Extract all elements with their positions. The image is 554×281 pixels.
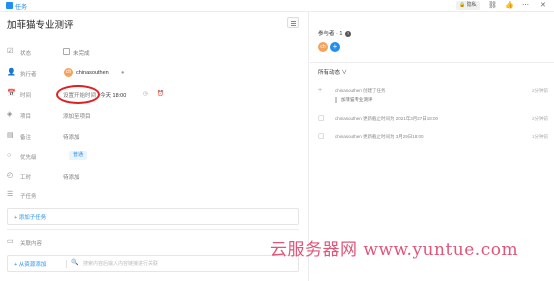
user-icon: 👤 xyxy=(7,69,16,76)
resource-bar: + 从资源添加 🔍 搜索内容后输入内容链接进行关联 xyxy=(7,255,299,272)
activity-time: 1分钟前 xyxy=(531,134,548,139)
hours-label: 工时 xyxy=(20,174,32,181)
timer-icon: ◴ xyxy=(7,172,14,179)
participants-label: 参与者 · 1 xyxy=(318,31,343,37)
status-label: 状态 xyxy=(20,50,32,57)
time-label: 时间 xyxy=(20,92,32,99)
priority-tag[interactable]: 普通 xyxy=(69,151,88,160)
participant-avatar[interactable]: ch xyxy=(318,42,328,52)
calendar-icon: 📅 xyxy=(7,90,16,97)
help-icon[interactable]: ? xyxy=(344,31,351,37)
thumbs-up-icon[interactable]: 👍 xyxy=(505,0,514,11)
chat-icon: ▭ xyxy=(7,238,14,245)
note-row: ▤ 备注 待添加 xyxy=(7,131,297,143)
project-row: ◈ 项目 添加至项目 xyxy=(7,110,297,122)
calendar-icon: ▢ xyxy=(318,115,325,122)
link-icon[interactable]: ⛓ xyxy=(488,0,497,11)
add-to-project[interactable]: 添加至项目 xyxy=(63,112,91,120)
note-value[interactable]: 待添加 xyxy=(63,133,80,141)
assignee-row: 👤 执行者 ch chinasouthen ● xyxy=(7,68,297,80)
divider xyxy=(310,62,554,63)
add-from-resource-button[interactable]: + 从资源添加 xyxy=(14,260,46,268)
lines-icon-line xyxy=(291,25,296,26)
note-icon: ▤ xyxy=(7,132,14,139)
note-label: 备注 xyxy=(20,134,32,141)
related-row: ▭ 关联内容 xyxy=(7,237,297,249)
participants-header: 参与者 · 1 ? xyxy=(318,29,351,37)
privacy-label: 隐私 xyxy=(466,2,477,8)
activity-item: ▢ chinasouthen 更新截止时间为 3月29日18:00 1分钟前 xyxy=(318,133,550,145)
activity-text: chinasouthen 更新截止时间为 2021年3月27日18:00 xyxy=(335,116,439,121)
subtask-label: 子任务 xyxy=(20,193,37,200)
check-square-icon: ☑ xyxy=(7,48,14,55)
status-row: ☑ 状态 未完成 xyxy=(7,47,297,59)
info-icon[interactable]: ● xyxy=(121,70,124,76)
description-button[interactable] xyxy=(287,17,299,28)
alarm-icon[interactable]: ⏰ xyxy=(157,91,164,97)
activity-filter-dropdown[interactable]: 所有动态 ∨ xyxy=(318,68,347,76)
bar-divider xyxy=(66,260,67,268)
search-icon: 🔍 xyxy=(71,260,79,266)
add-subtask-button[interactable]: + 添加子任务 xyxy=(14,213,46,221)
hours-row: ◴ 工时 待添加 xyxy=(7,171,297,183)
top-bar: 任务 🔒 隐私 ⛓ 👍 ⋯ ✕ xyxy=(0,0,554,12)
subtask-row: ☰ 子任务 xyxy=(7,190,297,202)
hours-value[interactable]: 待添加 xyxy=(63,173,80,181)
due-time-field[interactable]: 今天 18:00 xyxy=(100,91,126,99)
task-app-icon xyxy=(6,2,13,9)
avatar: ch xyxy=(64,68,73,77)
add-participant-button[interactable]: + xyxy=(330,42,340,52)
close-icon[interactable]: ✕ xyxy=(540,0,546,11)
list-icon: ☰ xyxy=(7,191,14,198)
priority-label: 优先级 xyxy=(20,154,37,161)
calendar-icon: ▢ xyxy=(318,133,325,140)
assignee-label: 执行者 xyxy=(20,71,37,78)
clock-icon[interactable]: ◷ xyxy=(143,91,148,97)
watermark-text: 云服务器网 www.yuntue.com xyxy=(270,240,519,260)
task-title[interactable]: 加菲猫专业测评 xyxy=(7,17,74,31)
assignee-name[interactable]: chinasouthen xyxy=(76,70,109,76)
project-label: 项目 xyxy=(20,113,32,120)
activity-time: 2分钟前 xyxy=(531,88,548,93)
lines-icon-line xyxy=(291,23,296,24)
priority-row: ○ 优先级 普通 xyxy=(7,151,297,163)
app-title: 任务 xyxy=(15,4,28,11)
activity-quote: 加菲猫专业测评 xyxy=(335,97,373,103)
circle-icon: ○ xyxy=(7,152,12,159)
status-value: 未完成 xyxy=(73,50,90,57)
divider xyxy=(7,229,299,230)
privacy-toggle[interactable]: 🔒 隐私 xyxy=(456,1,480,10)
time-row: 📅 时间 设置开始时间 - 今天 18:00 ◷ ⏰ xyxy=(7,89,297,101)
activity-time: 2分钟前 xyxy=(531,116,548,121)
more-icon[interactable]: ⋯ xyxy=(522,0,529,11)
layers-icon: ◈ xyxy=(7,111,13,118)
related-label: 关联内容 xyxy=(20,240,43,247)
activity-text: chinasouthen 更新截止时间为 3月29日18:00 xyxy=(335,134,424,139)
lines-icon xyxy=(291,21,296,22)
plus-icon: + xyxy=(318,87,323,94)
subtask-box: + 添加子任务 xyxy=(7,208,299,225)
activity-item: ▢ chinasouthen 更新截止时间为 2021年3月27日18:00 2… xyxy=(318,115,550,127)
activity-text: chinasouthen 创建了任务 xyxy=(335,88,386,93)
status-checkbox[interactable] xyxy=(63,48,70,55)
activity-item: + chinasouthen 创建了任务 2分钟前 加菲猫专业测评 xyxy=(318,87,550,111)
highlight-circle xyxy=(56,85,100,104)
related-search-input[interactable]: 搜索内容后输入内容链接进行关联 xyxy=(83,260,158,267)
